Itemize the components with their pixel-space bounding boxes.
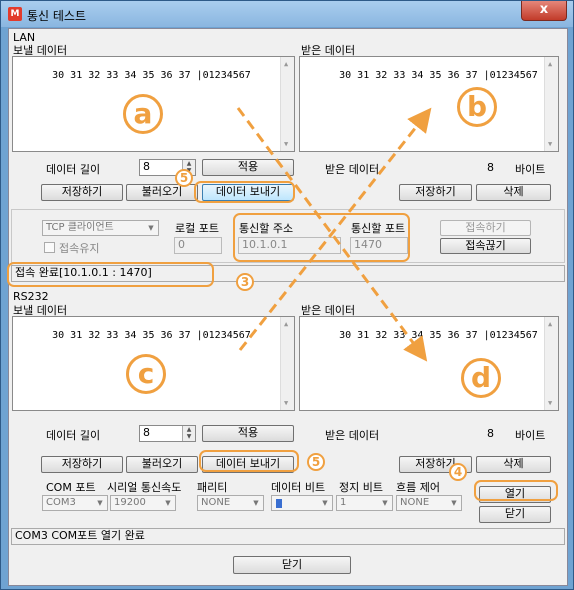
chevron-down-icon: ▼ bbox=[322, 499, 328, 507]
lan-apply-button[interactable]: 적용 bbox=[202, 159, 294, 176]
rs232-data-length-value: 8 bbox=[143, 426, 150, 439]
com-port-label: COM 포트 bbox=[46, 481, 96, 494]
annotation-highlight-lan-send bbox=[194, 181, 295, 203]
baud-select[interactable]: 19200 ▼ bbox=[110, 495, 176, 511]
rs232-data-length-stepper[interactable]: 8 ▲ ▼ bbox=[139, 425, 196, 442]
rs232-recv-textarea[interactable]: 30 31 32 33 34 35 36 37 |01234567 ▲ ▼ bbox=[299, 316, 559, 411]
annotation-highlight-target bbox=[233, 213, 410, 262]
annotation-step5-lan: 5 bbox=[175, 169, 193, 187]
lan-delete-button[interactable]: 삭제 bbox=[476, 184, 551, 201]
lan-load-button[interactable]: 불러오기 bbox=[126, 184, 198, 201]
lan-disconnect-button[interactable]: 접속끊기 bbox=[440, 238, 531, 254]
lan-tcp-mode-select[interactable]: TCP 클라이언트 ▼ bbox=[42, 220, 159, 236]
chevron-down-icon: ▼ bbox=[253, 499, 259, 507]
lan-local-port-label: 로컬 포트 bbox=[175, 222, 219, 235]
lan-data-length-label: 데이터 길이 bbox=[46, 163, 101, 176]
data-bits-value-marker bbox=[276, 499, 282, 508]
annotation-c: c bbox=[126, 354, 166, 394]
flow-label: 흐름 제어 bbox=[396, 481, 440, 494]
chevron-down-icon: ▼ bbox=[165, 499, 171, 507]
chevron-down-icon: ▼ bbox=[382, 499, 388, 507]
chevron-down-icon: ▼ bbox=[451, 499, 457, 507]
lan-recv-count: 8 bbox=[487, 161, 494, 174]
annotation-highlight-lan-status bbox=[7, 262, 214, 287]
com-port-value: COM3 bbox=[46, 497, 76, 508]
footer-close-button[interactable]: 닫기 bbox=[233, 556, 351, 574]
flow-select[interactable]: NONE ▼ bbox=[396, 495, 462, 511]
window-title: 통신 테스트 bbox=[27, 9, 87, 23]
rs232-status-bar: COM3 COM포트 열기 완료 bbox=[11, 528, 565, 545]
lan-recv-textarea[interactable]: 30 31 32 33 34 35 36 37 |01234567 ▲ ▼ bbox=[299, 56, 559, 152]
lan-send-text: 30 31 32 33 34 35 36 37 |01234567 bbox=[52, 70, 251, 81]
port-close-button[interactable]: 닫기 bbox=[479, 506, 551, 523]
baud-value: 19200 bbox=[114, 497, 146, 508]
rs232-delete-button[interactable]: 삭제 bbox=[476, 456, 551, 473]
lan-connect-button[interactable]: 접속하기 bbox=[440, 220, 531, 236]
com-port-select[interactable]: COM3 ▼ bbox=[42, 495, 108, 511]
data-bits-select[interactable]: ▼ bbox=[271, 495, 333, 511]
lan-save-recv-button[interactable]: 저장하기 bbox=[399, 184, 472, 201]
rs232-load-button[interactable]: 불러오기 bbox=[126, 456, 198, 473]
annotation-highlight-rs232-send bbox=[199, 450, 299, 472]
rs232-save-button[interactable]: 저장하기 bbox=[41, 456, 123, 473]
parity-value: NONE bbox=[201, 497, 231, 508]
lan-save-button[interactable]: 저장하기 bbox=[41, 184, 123, 201]
stop-bits-value: 1 bbox=[340, 497, 347, 508]
lan-local-port-input[interactable]: 0 bbox=[174, 237, 222, 254]
chevron-down-icon: ▼ bbox=[148, 224, 154, 232]
main-window: M 통신 테스트 x LAN 보낼 데이터 받은 데이터 30 31 32 33… bbox=[0, 0, 574, 590]
annotation-step3: 3 bbox=[236, 273, 254, 291]
rs232-recv-text: 30 31 32 33 34 35 36 37 |01234567 bbox=[339, 330, 538, 341]
baud-label: 시리얼 통신속도 bbox=[107, 481, 182, 494]
rs232-send-scrollbar[interactable]: ▲ ▼ bbox=[280, 317, 294, 410]
annotation-b: b bbox=[457, 87, 497, 127]
annotation-d: d bbox=[461, 358, 501, 398]
rs232-bytes-unit: 바이트 bbox=[515, 429, 546, 442]
window-close-button[interactable]: x bbox=[521, 1, 567, 21]
rs232-length-spin-icon[interactable]: ▲ ▼ bbox=[182, 426, 195, 441]
stop-bits-select[interactable]: 1 ▼ bbox=[336, 495, 393, 511]
rs232-recv-data-label: 받은 데이터 bbox=[325, 429, 380, 442]
lan-send-scrollbar[interactable]: ▲ ▼ bbox=[280, 57, 294, 151]
lan-keep-connection-checkbox[interactable] bbox=[44, 242, 55, 253]
lan-recv-data-label: 받은 데이터 bbox=[325, 163, 380, 176]
rs232-recv-scrollbar[interactable]: ▲ ▼ bbox=[544, 317, 558, 410]
rs232-recv-count: 8 bbox=[487, 427, 494, 440]
stop-bits-label: 정지 비트 bbox=[339, 481, 383, 494]
annotation-step4: 4 bbox=[449, 463, 467, 481]
lan-data-length-value: 8 bbox=[143, 160, 150, 173]
chevron-down-icon: ▼ bbox=[97, 499, 103, 507]
app-icon: M bbox=[8, 7, 22, 21]
annotation-highlight-open bbox=[474, 480, 558, 501]
annotation-a: a bbox=[123, 94, 163, 134]
rs232-data-length-label: 데이터 길이 bbox=[46, 429, 101, 442]
data-bits-label: 데이터 비트 bbox=[271, 481, 326, 494]
lan-keep-connection-label: 접속유지 bbox=[59, 242, 100, 255]
rs232-apply-button[interactable]: 적용 bbox=[202, 425, 294, 442]
flow-value: NONE bbox=[400, 497, 430, 508]
rs232-send-text: 30 31 32 33 34 35 36 37 |01234567 bbox=[52, 330, 251, 341]
annotation-step5-rs232: 5 bbox=[307, 453, 325, 471]
parity-label: 패리티 bbox=[197, 481, 228, 494]
title-bar[interactable]: M 통신 테스트 x bbox=[1, 1, 573, 27]
lan-tcp-mode-value: TCP 클라이언트 bbox=[46, 222, 114, 233]
parity-select[interactable]: NONE ▼ bbox=[197, 495, 264, 511]
lan-recv-scrollbar[interactable]: ▲ ▼ bbox=[544, 57, 558, 151]
lan-bytes-unit: 바이트 bbox=[515, 163, 546, 176]
lan-recv-text: 30 31 32 33 34 35 36 37 |01234567 bbox=[339, 70, 538, 81]
